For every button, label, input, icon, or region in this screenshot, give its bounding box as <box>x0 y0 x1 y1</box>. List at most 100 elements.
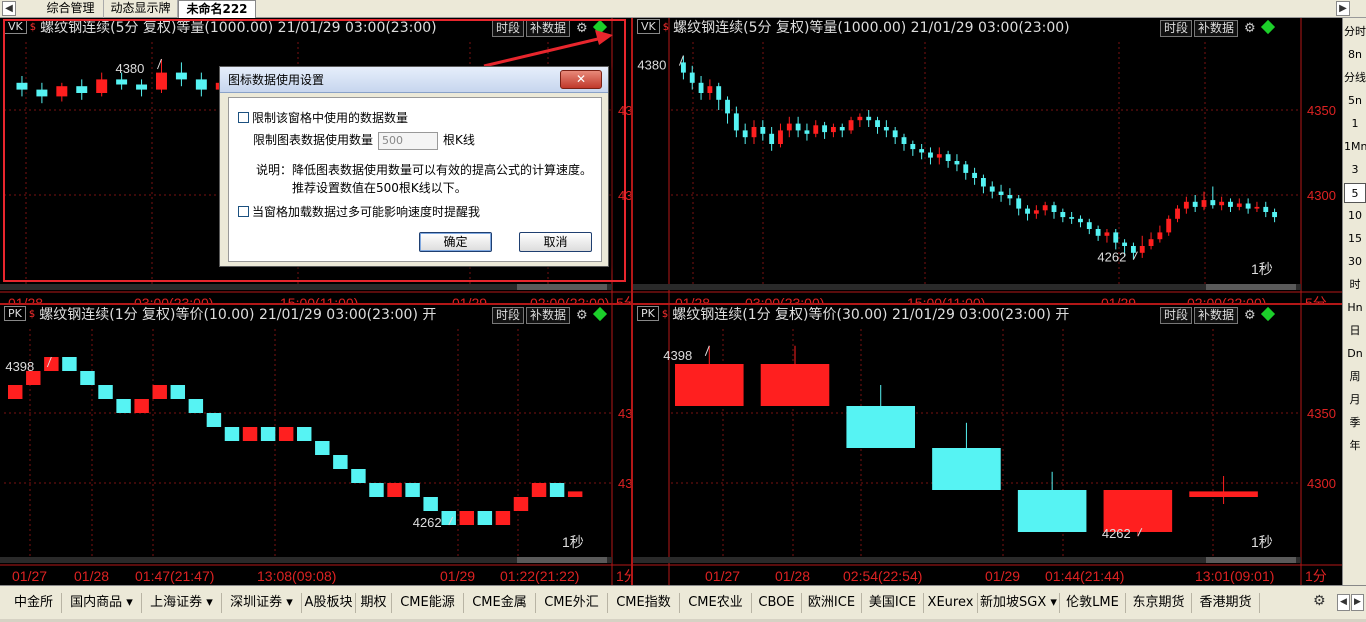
market-scroll-left-icon[interactable]: ◀ <box>1337 594 1350 611</box>
limit-checkbox-label: 限制该窗格中使用的数据数量 <box>252 111 409 125</box>
market-tab[interactable]: CME能源 <box>392 593 464 613</box>
supplement-data-button[interactable]: 补数据 <box>526 307 571 324</box>
supplement-data-button[interactable]: 补数据 <box>1194 20 1239 37</box>
high-price-label: 4398 <box>5 359 34 374</box>
period-button[interactable]: 年 <box>1344 436 1366 456</box>
green-diamond-icon[interactable] <box>1260 19 1275 35</box>
market-tab[interactable]: 新加坡SGX ▾ <box>978 593 1060 613</box>
ok-button[interactable]: 确定 <box>419 232 492 252</box>
limit-checkbox[interactable] <box>238 112 249 123</box>
warn-checkbox-row[interactable]: 当窗格加载数据过多可能影响速度时提醒我 <box>238 203 480 220</box>
market-tab[interactable]: 美国ICE <box>862 593 924 613</box>
chart-canvas[interactable]: 4350 4300 01/27 01/28 01:47(21:47) 13:08(09:0… <box>0 305 631 585</box>
market-tab[interactable]: CME指数 <box>608 593 680 613</box>
y-tick-label: 4350 <box>618 103 631 118</box>
period-button[interactable]: 时 <box>1344 275 1366 295</box>
market-tab[interactable]: CBOE <box>752 593 802 613</box>
market-tab[interactable]: 深圳证券 ▾ <box>222 593 302 613</box>
market-tab[interactable]: 中金所 <box>6 593 62 613</box>
market-tab[interactable]: 香港期货 <box>1192 593 1260 613</box>
tab-weiming222[interactable]: 未命名222 <box>178 0 256 18</box>
chart-scroll-thumb[interactable] <box>517 284 607 290</box>
period-button[interactable]: 3 <box>1344 160 1366 180</box>
tab-dongtai[interactable]: 动态显示牌 <box>104 0 178 18</box>
chart-pane-bottom-left[interactable]: 4350 4300 01/27 01/28 01:47(21:47) 13:08(09:0… <box>0 305 631 585</box>
market-tab[interactable]: CME外汇 <box>536 593 608 613</box>
market-tab[interactable]: XEurex <box>924 593 978 613</box>
chart-scroll-strip[interactable] <box>633 284 1301 290</box>
market-tab[interactable]: 国内商品 ▾ <box>62 593 142 613</box>
warn-checkbox[interactable] <box>238 206 249 217</box>
pane-settings-gear-icon[interactable]: ⚙ <box>576 308 588 323</box>
market-tab[interactable]: A股板块 <box>302 593 356 613</box>
tab-scroll-right-icon[interactable]: ▶ <box>1336 1 1350 16</box>
chart-type-tag[interactable]: PK <box>637 306 659 321</box>
period-button[interactable]: 日 <box>1344 321 1366 341</box>
period-button[interactable]: Dn <box>1344 344 1366 364</box>
chart-scroll-thumb[interactable] <box>1206 284 1296 290</box>
market-tab[interactable]: CME金属 <box>464 593 536 613</box>
market-tab[interactable]: 欧洲ICE <box>802 593 862 613</box>
pane-splitter-vertical[interactable] <box>631 18 633 585</box>
time-segment-button[interactable]: 时段 <box>492 307 525 324</box>
supplement-data-button[interactable]: 补数据 <box>526 20 571 37</box>
pane-splitter-horizontal[interactable] <box>0 303 1342 305</box>
pane-buttons: 时段 补数据 ⚙ <box>1160 19 1275 37</box>
period-button[interactable]: 月 <box>1344 390 1366 410</box>
period-button[interactable]: 1 <box>1344 114 1366 134</box>
market-scroll-right-icon[interactable]: ▶ <box>1351 594 1364 611</box>
dialog-close-button[interactable]: ✕ <box>560 70 602 89</box>
candle-body <box>1272 212 1278 218</box>
period-button[interactable]: 5n <box>1344 91 1366 111</box>
market-settings-gear-icon[interactable]: ⚙ <box>1313 593 1326 609</box>
tab-zonghe[interactable]: 综合管理 <box>38 0 104 18</box>
market-tab[interactable]: 上海证券 ▾ <box>142 593 222 613</box>
cancel-button[interactable]: 取消 <box>519 232 592 252</box>
chart-canvas[interactable]: 4350 4300 01/27 01/28 02:54(22:54) 01/29 01:44… <box>633 305 1342 585</box>
chart-scroll-strip[interactable] <box>633 557 1301 563</box>
pane-settings-gear-icon[interactable]: ⚙ <box>1244 21 1256 36</box>
market-tab[interactable]: CME农业 <box>680 593 752 613</box>
period-button[interactable]: 5 <box>1344 183 1366 203</box>
chart-type-tag[interactable]: VK <box>4 19 27 34</box>
pane-settings-gear-icon[interactable]: ⚙ <box>576 21 588 36</box>
count-input[interactable]: 500 <box>378 131 439 150</box>
period-button[interactable]: 30 <box>1344 252 1366 272</box>
green-diamond-icon[interactable] <box>592 306 607 322</box>
period-button[interactable]: 15 <box>1344 229 1366 249</box>
market-tab[interactable]: 东京期货 <box>1126 593 1192 613</box>
pane-settings-gear-icon[interactable]: ⚙ <box>1244 308 1256 323</box>
period-button[interactable]: 周 <box>1344 367 1366 387</box>
chart-pane-top-right[interactable]: 4350 4300 01/28 03:00(23:00) 15:00(11:00) 01/… <box>633 18 1342 303</box>
green-diamond-icon[interactable] <box>592 19 607 35</box>
green-diamond-icon[interactable] <box>1260 306 1275 322</box>
x-tick-label: 01/28 <box>675 295 710 303</box>
period-button[interactable]: 分线 <box>1344 68 1366 88</box>
market-tab[interactable]: 伦敦LME <box>1060 593 1126 613</box>
limit-checkbox-row[interactable]: 限制该窗格中使用的数据数量 <box>238 109 408 126</box>
x-tick-label: 15:00(11:00) <box>907 295 985 303</box>
renko-brick <box>1017 490 1087 532</box>
chart-scroll-thumb[interactable] <box>1206 557 1296 563</box>
period-button[interactable]: 1Mn <box>1344 137 1366 157</box>
time-segment-button[interactable]: 时段 <box>1160 307 1193 324</box>
chart-type-tag[interactable]: VK <box>637 19 660 34</box>
time-segment-button[interactable]: 时段 <box>1160 20 1193 37</box>
period-button[interactable]: 季 <box>1344 413 1366 433</box>
chart-type-tag[interactable]: PK <box>4 306 26 321</box>
period-button[interactable]: Hn <box>1344 298 1366 318</box>
supplement-data-button[interactable]: 补数据 <box>1194 307 1239 324</box>
candle-body <box>760 127 766 134</box>
candle-body <box>707 86 713 93</box>
chart-pane-bottom-right[interactable]: 4350 4300 01/27 01/28 02:54(22:54) 01/29 01:44… <box>633 305 1342 585</box>
period-button[interactable]: 8n <box>1344 45 1366 65</box>
market-tab[interactable]: 期权 <box>356 593 392 613</box>
time-segment-button[interactable]: 时段 <box>492 20 525 37</box>
y-tick-label: 4350 <box>618 406 631 421</box>
candle-body <box>989 186 995 192</box>
period-button[interactable]: 10 <box>1344 206 1366 226</box>
period-button[interactable]: 分时 <box>1344 22 1366 42</box>
chart-scroll-thumb[interactable] <box>517 557 607 563</box>
chart-canvas[interactable]: 4350 4300 01/28 03:00(23:00) 15:00(11:00) 01/… <box>633 18 1342 303</box>
tab-scroll-left-icon[interactable]: ◀ <box>2 1 16 16</box>
